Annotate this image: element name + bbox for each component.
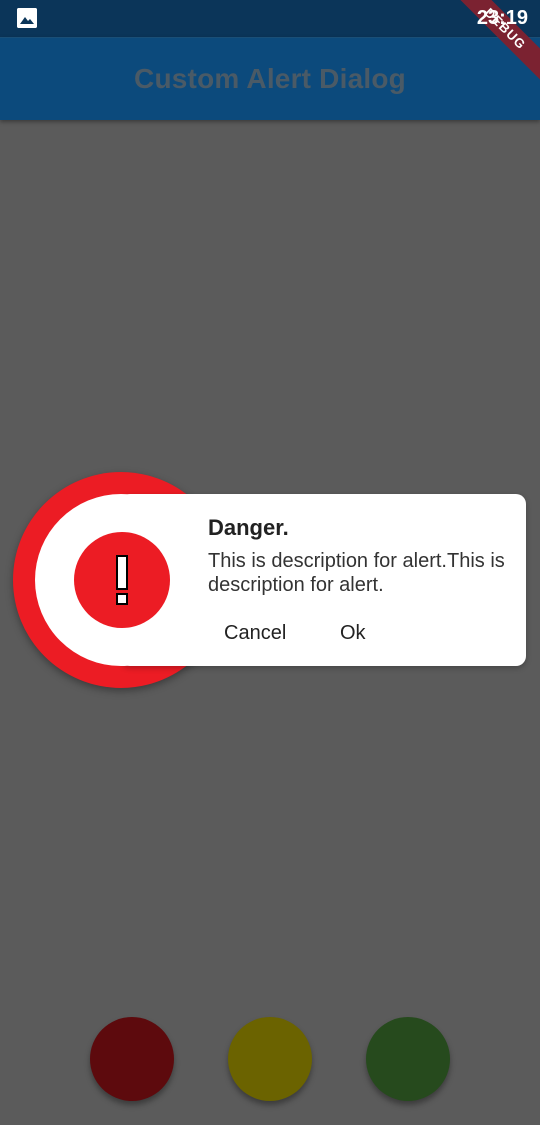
page-title: Custom Alert Dialog bbox=[134, 63, 406, 94]
status-divider bbox=[0, 37, 540, 38]
exclamation-icon bbox=[74, 532, 170, 628]
red-alert-button[interactable] bbox=[90, 1017, 174, 1101]
status-time: 23:19 bbox=[476, 7, 528, 29]
status-bar bbox=[0, 0, 540, 37]
alert-description: This is description for alert.This is de… bbox=[208, 550, 505, 596]
yellow-alert-button[interactable] bbox=[228, 1017, 312, 1101]
cancel-button[interactable]: Cancel bbox=[224, 622, 286, 645]
alert-title: Danger. bbox=[208, 515, 289, 540]
green-alert-button[interactable] bbox=[366, 1017, 450, 1101]
image-icon bbox=[17, 8, 37, 28]
ok-button[interactable]: Ok bbox=[340, 622, 366, 645]
app-bar: Custom Alert Dialog bbox=[0, 37, 540, 120]
